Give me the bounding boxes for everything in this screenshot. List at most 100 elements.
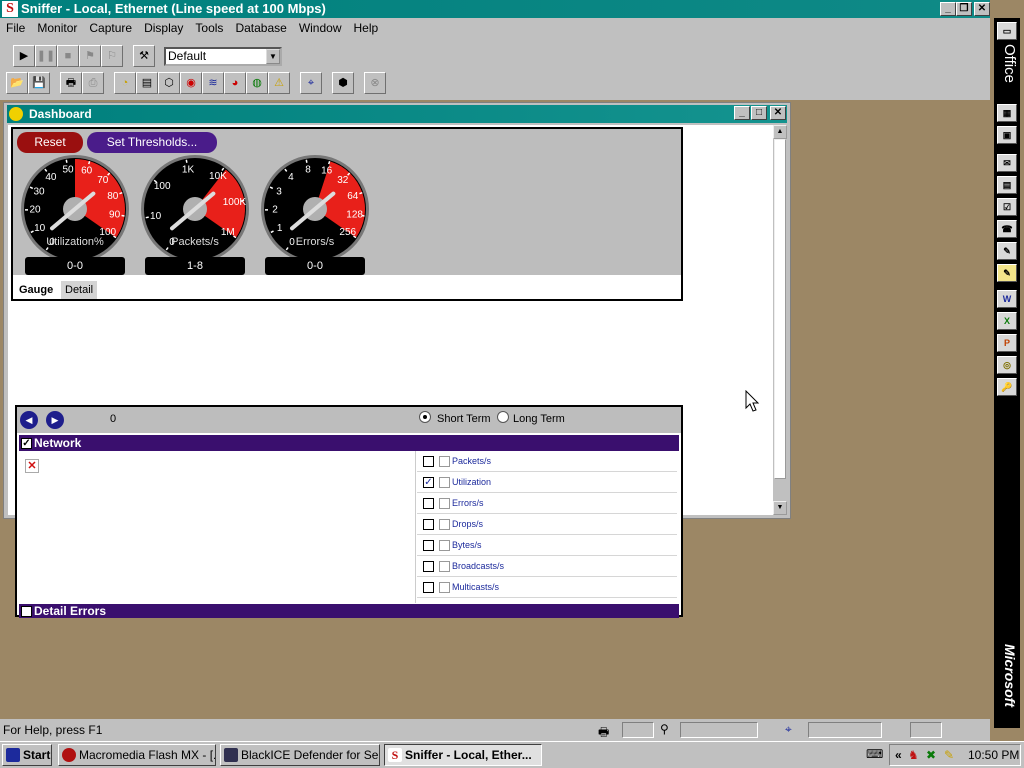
powerpoint-icon[interactable]: P [997, 334, 1017, 352]
global-statistics-icon[interactable]: ◍ [246, 72, 268, 94]
metric-row[interactable]: Broadcasts/s [417, 556, 677, 577]
short-term-label: Short Term [437, 413, 491, 425]
metric-row[interactable]: Drops/s [417, 514, 677, 535]
metric-row[interactable]: Bytes/s [417, 535, 677, 556]
new-note-icon[interactable]: ✎ [997, 264, 1017, 282]
status-pane-4 [910, 722, 942, 738]
dashboard-scrollbar[interactable]: ▲ ▼ [773, 125, 787, 515]
metric-checkbox[interactable] [423, 561, 434, 572]
menu-help[interactable]: Help [348, 18, 385, 38]
menu-bar: File Monitor Capture Display Tools Database Wi… [0, 18, 990, 38]
tray-blackice-icon[interactable]: ♞ [908, 745, 919, 765]
set-thresholds-button[interactable]: Set Thresholds... [87, 132, 217, 153]
new-task-icon[interactable]: ☑ [997, 198, 1017, 216]
scroll-thumb[interactable] [774, 139, 786, 479]
gauge-label: Utilization% [46, 236, 104, 248]
menu-monitor[interactable]: Monitor [31, 18, 83, 38]
matrix-icon[interactable]: ⬡ [158, 72, 180, 94]
start-capture-icon[interactable]: ▶ [13, 45, 35, 67]
scroll-down-icon[interactable]: ▼ [773, 501, 787, 515]
scroll-up-icon[interactable]: ▲ [773, 125, 787, 139]
access-icon[interactable]: 🔑 [997, 378, 1017, 396]
task-blackice[interactable]: BlackICE Defender for Se... [220, 744, 380, 766]
reset-button[interactable]: Reset [17, 132, 83, 153]
restore-button[interactable]: ❐ [956, 2, 972, 16]
history-samples-icon[interactable]: ≋ [202, 72, 224, 94]
metric-checkbox[interactable] [423, 456, 434, 467]
new-office-document-icon[interactable]: ▦ [997, 104, 1017, 122]
metric-checkbox[interactable] [423, 540, 434, 551]
metric-row[interactable]: Multicasts/s [417, 577, 677, 598]
tray-power-icon[interactable]: ✎ [944, 745, 954, 765]
keyboard-icon[interactable]: ⌨ [866, 747, 883, 761]
protocol-distribution-icon[interactable]: ◕ [224, 72, 246, 94]
metric-checkbox[interactable] [423, 582, 434, 593]
metric-label: Packets/s [452, 456, 492, 466]
stop-capture-icon[interactable]: ■ [57, 45, 79, 67]
new-journal-icon[interactable]: ✎ [997, 242, 1017, 260]
print-preview-icon[interactable]: ⎙ [82, 72, 104, 94]
tab-detail[interactable]: Detail [61, 281, 98, 299]
gauge-tick-label: 50 [62, 165, 74, 176]
application-response-icon[interactable]: ◉ [180, 72, 202, 94]
detail-errors-checkbox[interactable] [21, 606, 32, 618]
menu-database[interactable]: Database [229, 18, 292, 38]
alarm-log-icon[interactable]: ⚠ [268, 72, 290, 94]
column-divider [415, 451, 416, 603]
chevron-down-icon[interactable]: ▼ [266, 49, 280, 64]
menu-capture[interactable]: Capture [83, 18, 138, 38]
profile-select[interactable]: Default ▼ [164, 47, 282, 66]
task-sniffer[interactable]: S Sniffer - Local, Ether... [384, 744, 542, 766]
start-button[interactable]: Start [2, 744, 52, 766]
gauge-tick-label: 128 [346, 210, 363, 221]
dashboard-icon[interactable]: ◔ [114, 72, 136, 94]
new-message-icon[interactable]: ✉ [997, 154, 1017, 172]
task-flash[interactable]: Macromedia Flash MX - [... [58, 744, 216, 766]
dashboard-close-button[interactable]: ✕ [770, 106, 786, 120]
sniffer-app-icon[interactable]: S [2, 1, 18, 17]
metric-row[interactable]: Packets/s [417, 451, 677, 472]
tray-network-icon[interactable]: ✖ [926, 745, 936, 765]
stop-and-display-icon[interactable]: ⚑ [79, 45, 101, 67]
packet-generator-icon[interactable]: ⬢ [332, 72, 354, 94]
print-icon[interactable]: 🖶 [60, 72, 82, 94]
display-capture-icon[interactable]: ⚐ [101, 45, 123, 67]
metric-checkbox[interactable]: ✓ [423, 477, 434, 488]
word-icon[interactable]: W [997, 290, 1017, 308]
next-arrow-icon[interactable]: ▶ [46, 411, 64, 429]
tray-expand-icon[interactable]: « [895, 745, 902, 765]
metric-checkbox[interactable] [423, 519, 434, 530]
menu-display[interactable]: Display [138, 18, 189, 38]
pause-capture-icon[interactable]: ❚❚ [35, 45, 57, 67]
short-term-radio[interactable] [419, 411, 431, 423]
dashboard-minimize-button[interactable]: _ [734, 106, 750, 120]
address-book-icon[interactable]: ⌖ [300, 72, 322, 94]
open-folder-icon[interactable]: 📂 [6, 72, 28, 94]
ping-icon[interactable]: ⊗ [364, 72, 386, 94]
dashboard-maximize-button[interactable]: □ [751, 106, 767, 120]
previous-arrow-icon[interactable]: ◀ [20, 411, 38, 429]
tab-gauge[interactable]: Gauge [15, 281, 58, 299]
metric-checkbox[interactable] [423, 498, 434, 509]
minimize-button[interactable]: _ [940, 2, 956, 16]
host-table-icon[interactable]: ▤ [136, 72, 158, 94]
open-office-document-icon[interactable]: ▣ [997, 126, 1017, 144]
office-menu-icon[interactable]: ▭ [997, 22, 1017, 40]
close-button[interactable]: ✕ [974, 2, 990, 16]
gauge-tick-label: 100 [154, 181, 171, 192]
metric-row[interactable]: Errors/s [417, 493, 677, 514]
new-appointment-icon[interactable]: ▤ [997, 176, 1017, 194]
start-label: Start [23, 748, 51, 762]
menu-file[interactable]: File [0, 18, 31, 38]
long-term-radio[interactable] [497, 411, 509, 423]
network-checkbox[interactable]: ✓ [21, 438, 32, 450]
excel-icon[interactable]: X [997, 312, 1017, 330]
metric-row[interactable]: ✓ Utilization [417, 472, 677, 493]
status-pane-1 [622, 722, 654, 738]
menu-tools[interactable]: Tools [189, 18, 229, 38]
publisher-icon[interactable]: ◎ [997, 356, 1017, 374]
save-icon[interactable]: 💾 [28, 72, 50, 94]
capture-panel-icon[interactable]: ⚒ [133, 45, 155, 67]
menu-window[interactable]: Window [293, 18, 348, 38]
new-contact-icon[interactable]: ☎ [997, 220, 1017, 238]
